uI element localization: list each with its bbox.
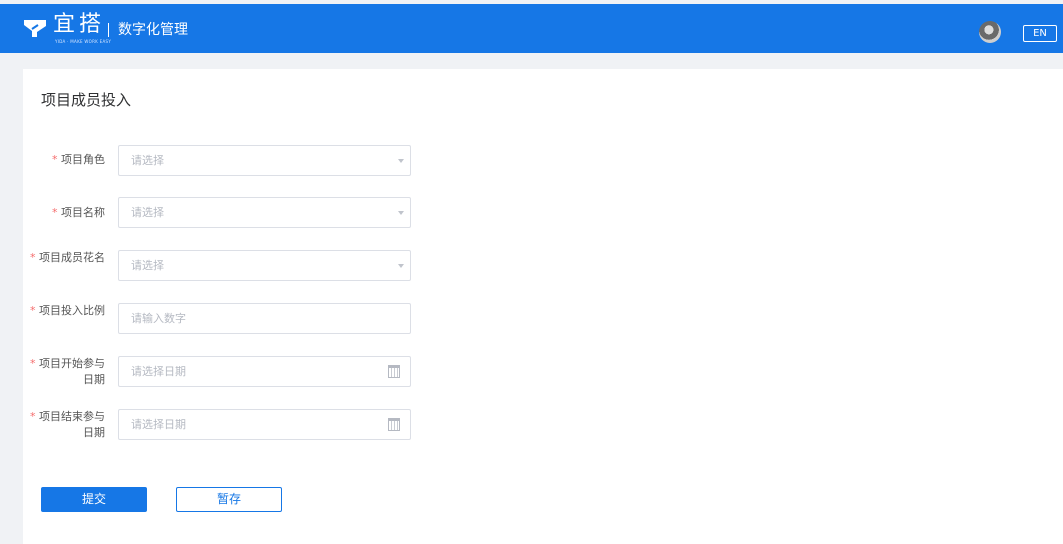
field-label-start-date: * 项目开始参与日期 [30, 356, 105, 388]
date-placeholder: 请选择日期 [131, 418, 186, 431]
chevron-down-icon [398, 264, 404, 268]
divider [108, 23, 109, 37]
calendar-icon[interactable] [388, 365, 400, 378]
required-mark: * [30, 410, 36, 423]
input-placeholder: 请输入数字 [131, 312, 186, 325]
project-role-select[interactable]: 请选择 [118, 145, 411, 176]
label-text: 项目角色 [61, 153, 105, 166]
field-label-end-date: * 项目结束参与日期 [30, 409, 105, 441]
label-text: 项目名称 [61, 206, 105, 219]
logo-text[interactable]: 宜搭 [53, 12, 105, 38]
app-title[interactable]: 数字化管理 [118, 21, 188, 39]
calendar-icon[interactable] [388, 418, 400, 431]
chevron-down-icon [398, 159, 404, 163]
language-toggle-button[interactable]: EN [1023, 25, 1057, 42]
required-mark: * [30, 357, 36, 370]
select-placeholder: 请选择 [131, 259, 164, 272]
avatar[interactable] [979, 21, 1001, 43]
top-nav-bar: 宜搭 YIDA · MAKE WORK EASY 数字化管理 EN [0, 4, 1063, 53]
label-text: 项目结束参与日期 [39, 410, 105, 439]
investment-ratio-input[interactable]: 请输入数字 [118, 303, 411, 334]
logo-subtext: YIDA · MAKE WORK EASY [55, 39, 112, 44]
select-placeholder: 请选择 [131, 206, 164, 219]
page-title: 项目成员投入 [41, 91, 132, 109]
field-label-project-role: * 项目角色 [30, 152, 105, 168]
member-nickname-select[interactable]: 请选择 [118, 250, 411, 281]
select-placeholder: 请选择 [131, 154, 164, 167]
start-date-picker[interactable]: 请选择日期 [118, 356, 411, 387]
chevron-down-icon [398, 211, 404, 215]
label-text: 项目成员花名 [39, 251, 105, 264]
label-text: 项目开始参与日期 [39, 357, 105, 386]
logo-icon[interactable] [24, 17, 46, 39]
required-mark: * [30, 251, 36, 264]
project-name-select[interactable]: 请选择 [118, 197, 411, 228]
field-label-investment-ratio: * 项目投入比例 [30, 303, 105, 319]
required-mark: * [52, 206, 58, 219]
label-text: 项目投入比例 [39, 304, 105, 317]
field-label-project-name: * 项目名称 [30, 205, 105, 221]
submit-button[interactable]: 提交 [41, 487, 147, 512]
end-date-picker[interactable]: 请选择日期 [118, 409, 411, 440]
save-draft-button[interactable]: 暂存 [176, 487, 282, 512]
required-mark: * [30, 304, 36, 317]
date-placeholder: 请选择日期 [131, 365, 186, 378]
required-mark: * [52, 153, 58, 166]
field-label-member-nickname: * 项目成员花名 [30, 250, 105, 266]
